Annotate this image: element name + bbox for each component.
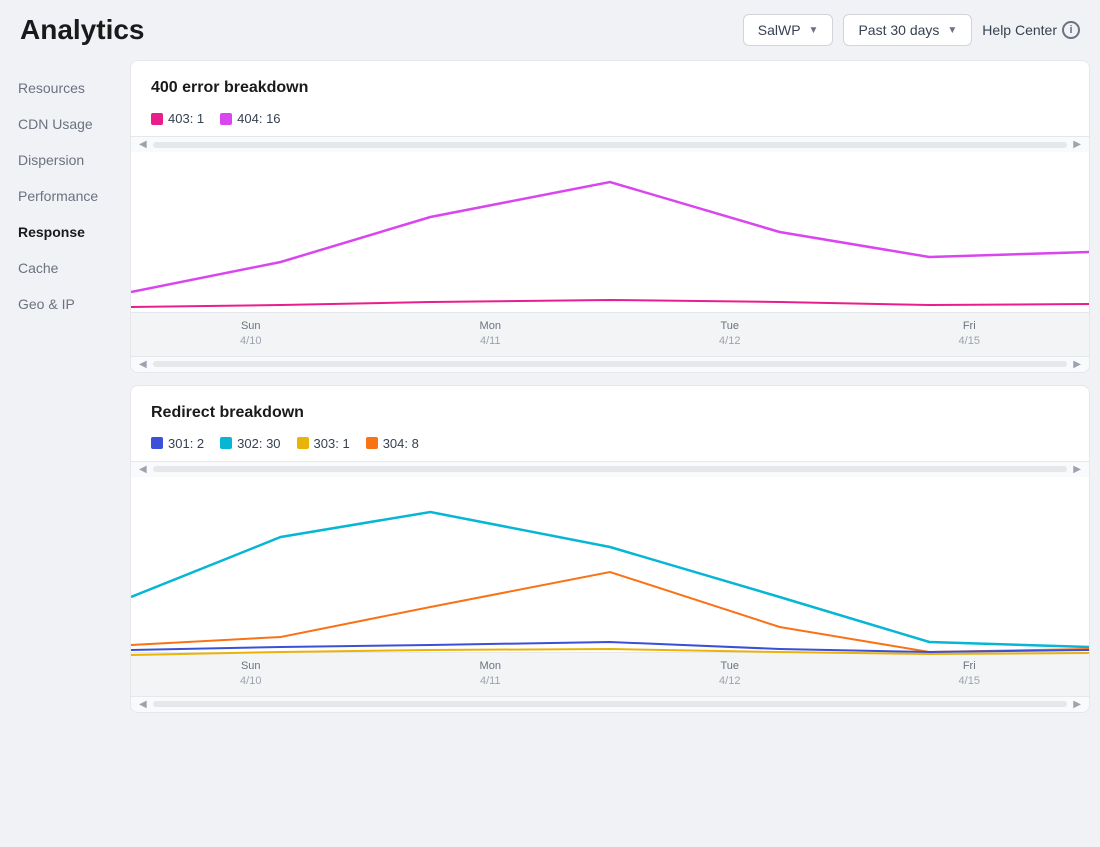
help-center-link[interactable]: Help Center i xyxy=(982,21,1080,39)
sidebar-item-dispersion[interactable]: Dispersion xyxy=(10,142,130,178)
error-breakdown-legend: 403: 1 404: 16 xyxy=(151,111,1069,126)
help-center-label: Help Center xyxy=(982,22,1057,38)
redirect-chart-area xyxy=(131,477,1089,652)
legend-dot-302 xyxy=(220,437,232,449)
error-chart-scroll-bottom: ◀ ▶ xyxy=(131,356,1089,372)
legend-dot-301 xyxy=(151,437,163,449)
legend-dot-304 xyxy=(366,437,378,449)
scroll-right-arrow-icon[interactable]: ▶ xyxy=(1073,139,1081,150)
scroll-track[interactable] xyxy=(153,142,1068,148)
error-chart-svg xyxy=(131,162,1089,322)
site-selector-value: SalWP xyxy=(758,22,801,38)
redirect-chart-svg xyxy=(131,487,1089,662)
redirect-chart-scroll-top: ◀ ▶ xyxy=(131,461,1089,477)
redirect-breakdown-card: Redirect breakdown 301: 2 302: 30 303: 1 xyxy=(130,385,1090,713)
chart-line-403 xyxy=(131,300,1089,307)
chart-line-302 xyxy=(131,512,1089,647)
legend-label-301: 301: 2 xyxy=(168,436,204,451)
error-chart-scroll-top: ◀ ▶ xyxy=(131,136,1089,152)
site-selector[interactable]: SalWP ▼ xyxy=(743,14,834,46)
legend-label-403: 403: 1 xyxy=(168,111,204,126)
sidebar-item-cache[interactable]: Cache xyxy=(10,250,130,286)
legend-dot-404 xyxy=(220,113,232,125)
legend-item-301: 301: 2 xyxy=(151,436,204,451)
help-icon: i xyxy=(1062,21,1080,39)
legend-dot-303 xyxy=(297,437,309,449)
sidebar: Resources CDN Usage Dispersion Performan… xyxy=(10,60,130,713)
redirect-scroll-right-top[interactable]: ▶ xyxy=(1073,464,1081,475)
site-selector-chevron-icon: ▼ xyxy=(809,25,819,36)
header: Analytics SalWP ▼ Past 30 days ▼ Help Ce… xyxy=(0,0,1100,60)
page-title: Analytics xyxy=(20,14,743,46)
redirect-breakdown-title: Redirect breakdown xyxy=(151,404,1069,422)
redirect-scroll-right-bottom[interactable]: ▶ xyxy=(1073,699,1081,710)
header-controls: SalWP ▼ Past 30 days ▼ Help Center i xyxy=(743,14,1080,46)
scroll-left-arrow-icon-b[interactable]: ◀ xyxy=(139,359,147,370)
legend-label-304: 304: 8 xyxy=(383,436,419,451)
error-chart-area xyxy=(131,152,1089,312)
main-content: 400 error breakdown 403: 1 404: 16 ◀ ▶ xyxy=(130,60,1090,713)
legend-item-403: 403: 1 xyxy=(151,111,204,126)
legend-dot-403 xyxy=(151,113,163,125)
scroll-right-arrow-icon-b[interactable]: ▶ xyxy=(1073,359,1081,370)
sidebar-item-response[interactable]: Response xyxy=(10,214,130,250)
chart-line-404 xyxy=(131,182,1089,292)
error-breakdown-card: 400 error breakdown 403: 1 404: 16 ◀ ▶ xyxy=(130,60,1090,373)
redirect-breakdown-legend: 301: 2 302: 30 303: 1 304: 8 xyxy=(151,436,1069,451)
legend-item-404: 404: 16 xyxy=(220,111,280,126)
error-breakdown-header: 400 error breakdown 403: 1 404: 16 xyxy=(131,61,1089,136)
scroll-left-arrow-icon[interactable]: ◀ xyxy=(139,139,147,150)
legend-label-303: 303: 1 xyxy=(314,436,350,451)
redirect-scroll-track-top[interactable] xyxy=(153,466,1068,472)
chart-line-304 xyxy=(131,572,1089,652)
layout: Resources CDN Usage Dispersion Performan… xyxy=(0,60,1100,723)
sidebar-item-performance[interactable]: Performance xyxy=(10,178,130,214)
legend-item-302: 302: 30 xyxy=(220,436,280,451)
legend-label-302: 302: 30 xyxy=(237,436,280,451)
sidebar-item-geo-ip[interactable]: Geo & IP xyxy=(10,286,130,322)
redirect-chart-scroll-bottom: ◀ ▶ xyxy=(131,696,1089,712)
legend-item-304: 304: 8 xyxy=(366,436,419,451)
redirect-scroll-left-bottom[interactable]: ◀ xyxy=(139,699,147,710)
redirect-breakdown-header: Redirect breakdown 301: 2 302: 30 303: 1 xyxy=(131,386,1089,461)
sidebar-item-resources[interactable]: Resources xyxy=(10,70,130,106)
date-range-selector[interactable]: Past 30 days ▼ xyxy=(843,14,972,46)
date-range-chevron-icon: ▼ xyxy=(947,25,957,36)
legend-label-404: 404: 16 xyxy=(237,111,280,126)
scroll-track-b[interactable] xyxy=(153,361,1068,367)
legend-item-303: 303: 1 xyxy=(297,436,350,451)
redirect-scroll-left-top[interactable]: ◀ xyxy=(139,464,147,475)
error-breakdown-title: 400 error breakdown xyxy=(151,79,1069,97)
sidebar-item-cdn-usage[interactable]: CDN Usage xyxy=(10,106,130,142)
redirect-scroll-track-bottom[interactable] xyxy=(153,701,1068,707)
date-range-value: Past 30 days xyxy=(858,22,939,38)
